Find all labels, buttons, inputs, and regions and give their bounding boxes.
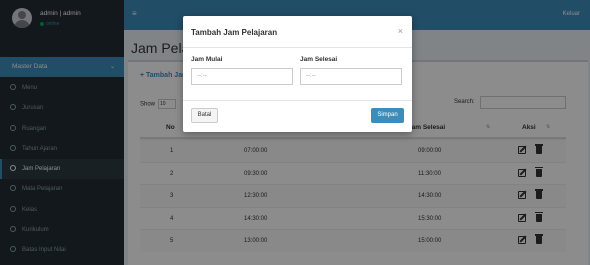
modal-divider (183, 47, 412, 48)
cancel-button[interactable]: Batal (191, 108, 218, 123)
save-button[interactable]: Simpan (371, 108, 404, 123)
jam-selesai-input[interactable]: --:-- (300, 68, 402, 85)
modal-divider (183, 100, 412, 101)
modal-title: Tambah Jam Pelajaran (191, 28, 278, 37)
add-jam-pelajaran-modal: Tambah Jam Pelajaran × Jam Mulai Jam Sel… (183, 16, 412, 132)
jam-mulai-input[interactable]: --:-- (191, 68, 293, 85)
close-icon[interactable]: × (398, 26, 403, 36)
jam-mulai-label: Jam Mulai (191, 56, 223, 63)
jam-selesai-label: Jam Selesai (300, 56, 338, 63)
